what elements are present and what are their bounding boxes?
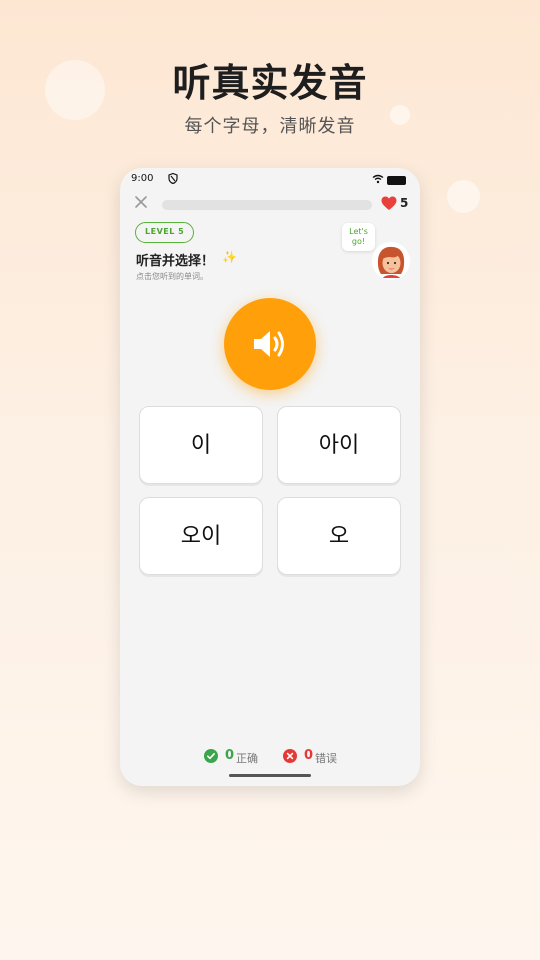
promo-subline: 每个字母，清晰发音 (184, 116, 356, 137)
answer-option[interactable]: 아이 (277, 406, 401, 484)
heart-icon (381, 196, 397, 212)
x-circle-icon (283, 749, 297, 763)
correct-count: 0 (225, 748, 235, 763)
wifi-icon (372, 174, 384, 187)
lesson-topbar: 5 (120, 195, 420, 215)
exercise-hint: 点击您听到的单词。 (136, 272, 208, 281)
lives-count: 5 (400, 196, 409, 210)
answer-option[interactable]: 오이 (139, 497, 263, 575)
home-indicator[interactable] (229, 774, 311, 777)
shield-icon (168, 172, 178, 187)
status-time: 9:00 (131, 173, 154, 184)
tutor-avatar (372, 242, 410, 280)
check-circle-icon (204, 749, 218, 763)
close-icon[interactable] (134, 195, 150, 213)
speech-line: go! (351, 237, 366, 246)
status-bar: 9:00 (131, 172, 408, 190)
speech-bubble: Let's go! (342, 223, 375, 251)
wrong-count: 0 (304, 748, 314, 763)
lesson-progress-bar (162, 200, 372, 210)
speaker-icon (254, 331, 284, 357)
wrong-label: 错误 (315, 752, 337, 765)
answer-option[interactable]: 이 (139, 406, 263, 484)
phone-screen: 9:00 5 LEVEL 5 听音并选择！ ✨ 点击您听到的单词。 Let's … (120, 168, 420, 786)
score-bar: 0 正确 0 错误 (120, 748, 420, 768)
sparkle-icon: ✨ (222, 250, 237, 264)
answer-option[interactable]: 오 (277, 497, 401, 575)
exercise-title: 听音并选择！ (136, 254, 215, 269)
correct-label: 正确 (236, 752, 258, 765)
battery-icon (387, 176, 406, 185)
speech-line: Let's (349, 227, 368, 236)
level-badge: LEVEL 5 (135, 222, 195, 243)
decor-bubble (447, 180, 480, 213)
play-audio-button[interactable] (224, 298, 316, 390)
promo-headline: 听真实发音 (172, 61, 368, 105)
